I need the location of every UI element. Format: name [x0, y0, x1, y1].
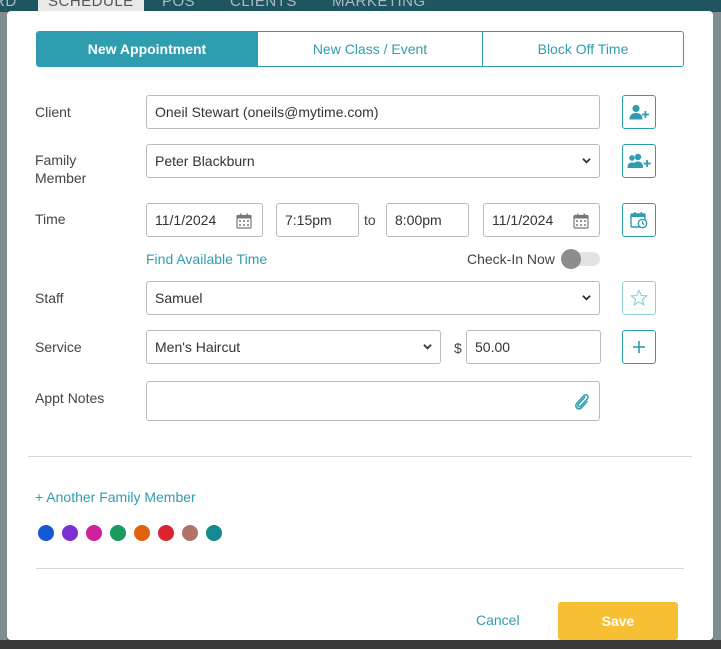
family-member-value: Peter Blackburn: [155, 153, 255, 169]
calendar-icon: [236, 213, 252, 229]
add-client-icon: [629, 104, 649, 120]
price-input[interactable]: 50.00: [466, 330, 601, 364]
service-select[interactable]: Men's Haircut: [146, 330, 441, 364]
find-available-time-link[interactable]: Find Available Time: [146, 251, 267, 267]
appt-notes-label: Appt Notes: [35, 390, 105, 406]
plus-icon: [633, 341, 645, 353]
staff-label: Staff: [35, 290, 64, 306]
nav-tab-dashboard[interactable]: RD: [0, 0, 17, 10]
family-member-select[interactable]: Peter Blackburn: [146, 144, 600, 178]
to-label: to: [364, 212, 376, 228]
add-client-button[interactable]: [622, 95, 656, 129]
calendar-repeat-icon: [630, 212, 648, 229]
nav-tab-marketing[interactable]: MARKETING: [332, 0, 426, 10]
cancel-button[interactable]: Cancel: [476, 612, 520, 628]
end-time-input[interactable]: 8:00pm: [386, 203, 469, 237]
appointment-modal: New Appointment New Class / Event Block …: [7, 11, 713, 640]
time-label: Time: [35, 211, 66, 227]
price-value: 50.00: [475, 339, 511, 355]
tab-new-appointment[interactable]: New Appointment: [37, 32, 257, 66]
color-swatch-purple[interactable]: [62, 525, 78, 541]
color-swatch-green[interactable]: [110, 525, 126, 541]
chevron-down-icon: [582, 295, 591, 301]
divider: [28, 456, 692, 457]
appointment-type-tabs: New Appointment New Class / Event Block …: [36, 31, 684, 67]
background-overlay-right: [713, 12, 721, 649]
nav-tab-clients[interactable]: CLIENTS: [230, 0, 297, 10]
add-service-button[interactable]: [622, 330, 656, 364]
toggle-knob: [561, 249, 581, 269]
add-family-member-button[interactable]: [622, 144, 656, 178]
start-date-value: 11/1/2024: [155, 212, 217, 228]
service-label: Service: [35, 339, 82, 355]
color-swatch-orange[interactable]: [134, 525, 150, 541]
add-family-icon: [627, 153, 651, 168]
currency-symbol: $: [454, 340, 462, 356]
color-swatch-brown[interactable]: [182, 525, 198, 541]
background-bottom-bar: [0, 640, 721, 649]
add-another-family-member-link[interactable]: + Another Family Member: [35, 489, 196, 505]
family-member-label: Family Member: [35, 152, 87, 186]
start-time-input[interactable]: 7:15pm: [276, 203, 359, 237]
footer-divider: [36, 568, 684, 569]
paperclip-icon[interactable]: [573, 392, 591, 412]
chevron-down-icon: [423, 344, 432, 350]
appt-notes-input[interactable]: [146, 381, 600, 421]
star-icon: [630, 289, 648, 307]
end-date-value: 11/1/2024: [492, 212, 554, 228]
save-button[interactable]: Save: [558, 602, 678, 640]
check-in-label: Check-In Now: [467, 251, 555, 267]
end-date-input[interactable]: 11/1/2024: [483, 203, 600, 237]
chevron-down-icon: [582, 158, 591, 164]
tab-block-off-time[interactable]: Block Off Time: [482, 32, 683, 66]
staff-value: Samuel: [155, 290, 203, 306]
client-value: Oneil Stewart (oneils@mytime.com): [155, 104, 379, 120]
favorite-staff-button[interactable]: [622, 281, 656, 315]
service-value: Men's Haircut: [155, 339, 241, 355]
end-time-value: 8:00pm: [395, 212, 442, 228]
client-label: Client: [35, 104, 71, 120]
tab-new-class-event[interactable]: New Class / Event: [257, 32, 482, 66]
calendar-icon: [573, 213, 589, 229]
nav-tab-pos[interactable]: POS: [162, 0, 195, 10]
start-date-input[interactable]: 11/1/2024: [146, 203, 263, 237]
color-swatch-magenta[interactable]: [86, 525, 102, 541]
color-swatch-blue[interactable]: [38, 525, 54, 541]
start-time-value: 7:15pm: [285, 212, 332, 228]
color-swatch-teal[interactable]: [206, 525, 222, 541]
client-input[interactable]: Oneil Stewart (oneils@mytime.com): [146, 95, 600, 129]
staff-select[interactable]: Samuel: [146, 281, 600, 315]
recurring-appointment-button[interactable]: [622, 203, 656, 237]
color-swatch-red[interactable]: [158, 525, 174, 541]
background-overlay-left: [0, 12, 7, 649]
color-picker: [38, 525, 222, 541]
check-in-toggle[interactable]: [561, 249, 600, 269]
